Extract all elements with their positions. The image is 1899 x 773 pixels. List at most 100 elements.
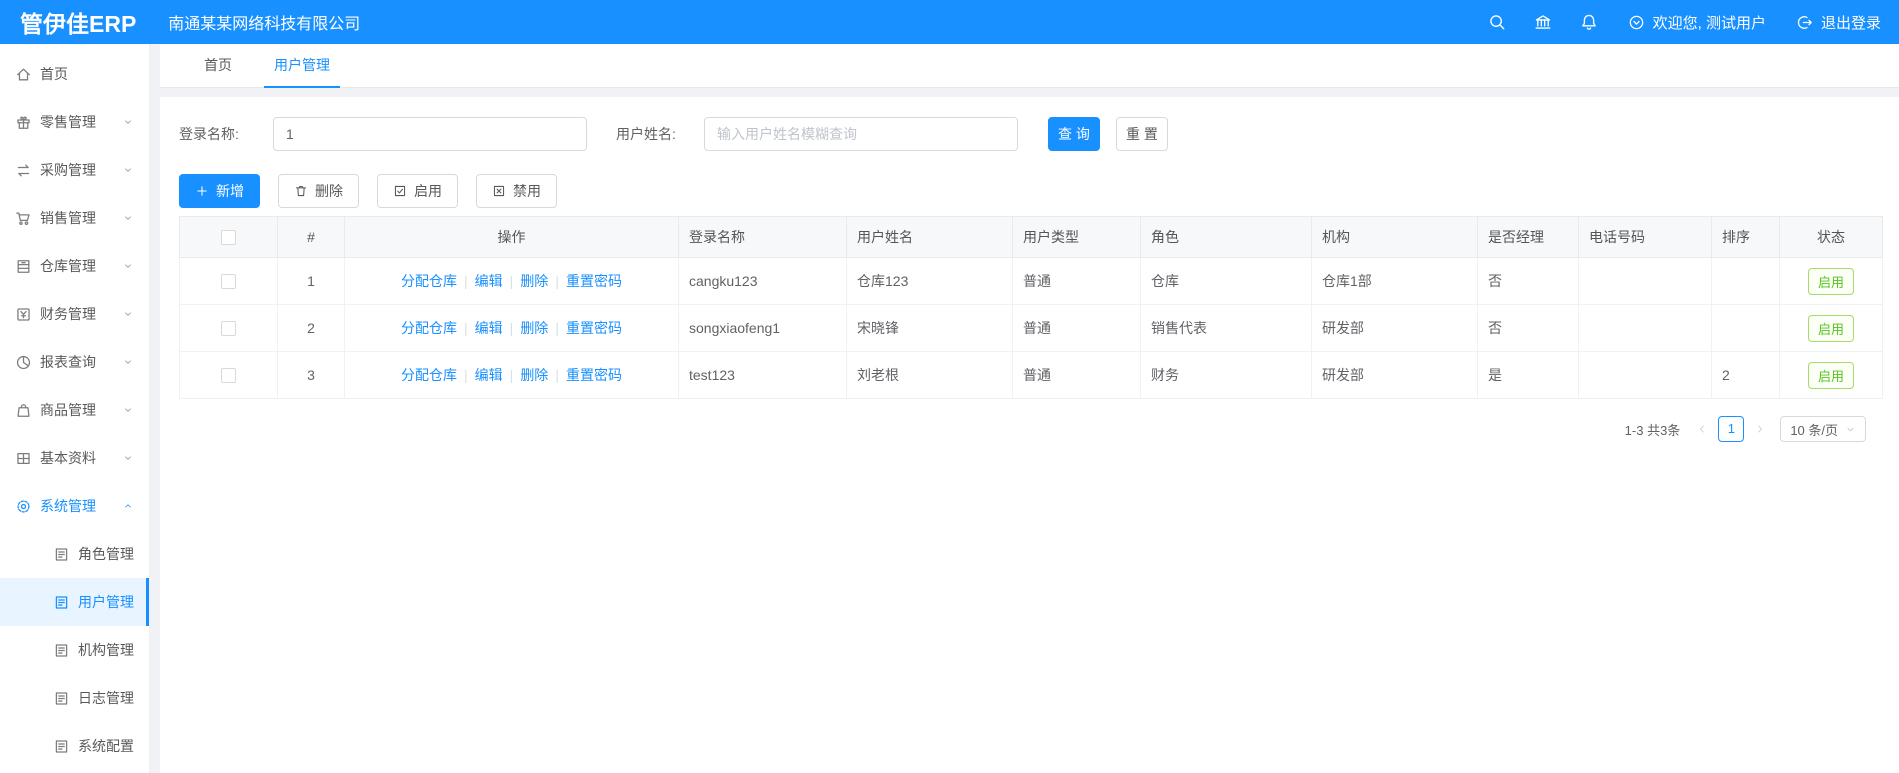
main-area: 首页 零售管理 采购管理 销售管理 仓库管理 财务管理 报表查询 商品管理 基本资料 系统管理 角色…: [0, 44, 1899, 773]
row-checkbox[interactable]: [221, 321, 236, 337]
add-button[interactable]: 新增: [179, 174, 260, 208]
storage-icon: [15, 258, 32, 275]
doc-icon: [53, 690, 70, 707]
doc-icon: [53, 642, 70, 659]
tab-user-management[interactable]: 用户管理: [258, 44, 346, 88]
sidebar-item-report-query[interactable]: 报表查询: [0, 338, 149, 386]
column-header: 电话号码: [1578, 216, 1712, 258]
sidebar-item-finance-management[interactable]: 财务管理: [0, 290, 149, 338]
search-icon[interactable]: [1488, 13, 1506, 31]
page-size-select[interactable]: 10 条/页: [1780, 416, 1866, 442]
sidebar-item-basic-data[interactable]: 基本资料: [0, 434, 149, 482]
disable-button-label: 禁用: [513, 183, 541, 199]
logout-icon: [1796, 14, 1813, 31]
sidebar-item-warehouse-management[interactable]: 仓库管理: [0, 242, 149, 290]
sidebar-item-org-management[interactable]: 机构管理: [0, 626, 149, 674]
column-header: 角色: [1140, 216, 1312, 258]
enable-button[interactable]: 启用: [377, 174, 458, 208]
reset-password-link[interactable]: 重置密码: [566, 320, 622, 336]
action-separator: |: [509, 273, 514, 289]
assign-warehouse-link[interactable]: 分配仓库: [401, 320, 457, 336]
reset-password-link[interactable]: 重置密码: [566, 273, 622, 289]
cell-phone: [1578, 304, 1712, 352]
cell-status: 启用: [1779, 304, 1883, 352]
delete-link[interactable]: 删除: [520, 320, 548, 336]
tab-home[interactable]: 首页: [188, 44, 248, 88]
pagination: 1-3 共3条 1 10 条/页: [160, 416, 1866, 442]
bank-icon[interactable]: [1534, 13, 1552, 31]
trash-icon: [294, 184, 308, 198]
pagination-total: 1-3 共3条: [1624, 422, 1681, 438]
add-button-label: 新增: [216, 183, 244, 199]
disable-button[interactable]: 禁用: [476, 174, 557, 208]
sidebar-item-user-management[interactable]: 用户管理: [0, 578, 149, 626]
delete-button[interactable]: 删除: [278, 174, 359, 208]
status-badge[interactable]: 启用: [1807, 267, 1854, 295]
down-circle-icon: [1628, 14, 1645, 31]
delete-link[interactable]: 删除: [520, 367, 548, 383]
select-all-checkbox[interactable]: [221, 230, 236, 246]
sidebar-item-retail-management[interactable]: 零售管理: [0, 98, 149, 146]
action-separator: |: [464, 367, 468, 383]
row-actions: 分配仓库 | 编辑 | 删除 | 重置密码: [344, 351, 679, 399]
reset-password-link[interactable]: 重置密码: [566, 367, 622, 383]
bag-icon: [15, 402, 32, 419]
sidebar-item-label: 商品管理: [40, 402, 96, 418]
plus-icon: [195, 184, 209, 198]
sidebar-item-role-management[interactable]: 角色管理: [0, 530, 149, 578]
cell-organization: 研发部: [1311, 351, 1478, 399]
sidebar-item-label: 报表查询: [40, 354, 96, 370]
edit-link[interactable]: 编辑: [475, 367, 503, 383]
query-button[interactable]: 查 询: [1048, 117, 1100, 151]
row-select-cell: [179, 257, 278, 305]
sidebar-item-product-management[interactable]: 商品管理: [0, 386, 149, 434]
logout-button[interactable]: 退出登录: [1796, 12, 1881, 33]
next-page-button[interactable]: [1750, 416, 1770, 442]
grid-icon: [15, 450, 32, 467]
column-header: 是否经理: [1477, 216, 1579, 258]
sidebar-item-system-management[interactable]: 系统管理: [0, 482, 149, 530]
company-name: 南通某某网络科技有限公司: [168, 16, 361, 33]
column-header: 用户姓名: [846, 216, 1013, 258]
gift-icon: [15, 114, 32, 131]
user-name-input[interactable]: [704, 117, 1018, 151]
prev-page-button[interactable]: [1692, 416, 1712, 442]
cell-user-name: 仓库123: [846, 257, 1013, 305]
cell-user-type: 普通: [1012, 351, 1141, 399]
assign-warehouse-link[interactable]: 分配仓库: [401, 367, 457, 383]
app-logo: 管伊佳ERP: [20, 11, 137, 37]
cell-is-manager: 否: [1477, 257, 1579, 305]
table-row: 2 分配仓库 | 编辑 | 删除 | 重置密码 songxiaofeng1 宋晓锋 普通 销售代表 研发…: [179, 304, 1883, 352]
sidebar-item-system-config[interactable]: 系统配置: [0, 722, 149, 770]
edit-link[interactable]: 编辑: [475, 273, 503, 289]
sidebar-item-sales-management[interactable]: 销售管理: [0, 194, 149, 242]
cell-user-type: 普通: [1012, 257, 1141, 305]
bell-icon[interactable]: [1580, 13, 1598, 31]
check-square-icon: [393, 184, 407, 198]
user-welcome[interactable]: 欢迎您, 测试用户: [1628, 12, 1766, 33]
column-header: 用户类型: [1012, 216, 1141, 258]
chevron-down-icon: [123, 165, 133, 175]
chevron-down-icon: [123, 117, 133, 127]
welcome-text: 欢迎您, 测试用户: [1652, 14, 1766, 32]
row-checkbox[interactable]: [221, 368, 236, 384]
table-header-row: # 操作 登录名称 用户姓名 用户类型 角色 机构 是否经理 电话号码 排序 状态: [179, 216, 1883, 258]
page-number-button[interactable]: 1: [1718, 416, 1745, 442]
cell-status: 启用: [1779, 351, 1883, 399]
cell-login-name: test123: [678, 351, 847, 399]
status-badge[interactable]: 启用: [1807, 314, 1854, 342]
reset-button[interactable]: 重 置: [1116, 117, 1168, 151]
finance-icon: [15, 306, 32, 323]
login-name-input[interactable]: [273, 117, 587, 151]
table-row: 3 分配仓库 | 编辑 | 删除 | 重置密码 test123 刘老根 普通 财务 研发部是 2 启用: [179, 351, 1883, 399]
sidebar-item-home[interactable]: 首页: [0, 50, 149, 98]
assign-warehouse-link[interactable]: 分配仓库: [401, 273, 457, 289]
edit-link[interactable]: 编辑: [475, 320, 503, 336]
cell-login-name: songxiaofeng1: [678, 304, 847, 352]
status-badge[interactable]: 启用: [1807, 361, 1854, 389]
sidebar-item-purchase-management[interactable]: 采购管理: [0, 146, 149, 194]
sidebar-item-label: 首页: [40, 66, 68, 82]
sidebar-item-log-management[interactable]: 日志管理: [0, 674, 149, 722]
delete-link[interactable]: 删除: [520, 273, 548, 289]
row-checkbox[interactable]: [221, 274, 236, 290]
